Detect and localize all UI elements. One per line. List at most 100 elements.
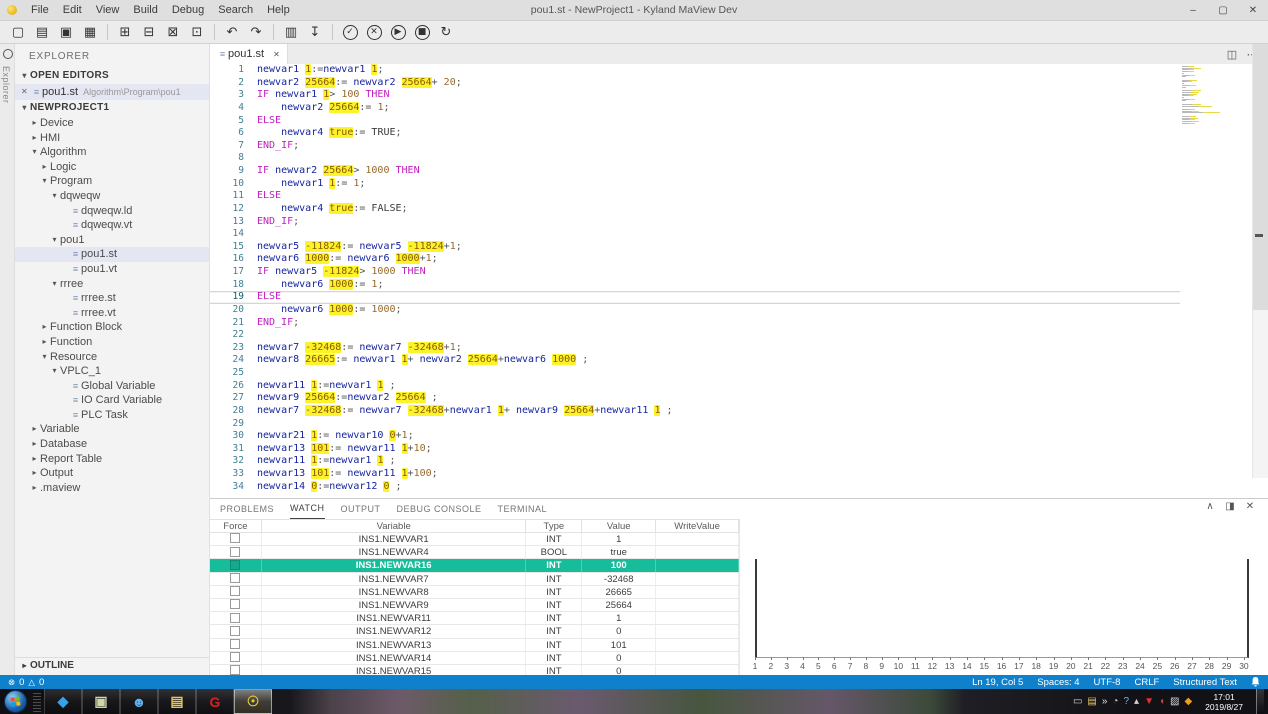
tree-item-pou1[interactable]: ▾pou1 [15,233,209,248]
force-checkbox[interactable] [230,613,240,623]
tray-help-icon[interactable]: ? [1123,697,1129,707]
status-crlf[interactable]: CRLF [1134,677,1159,688]
open-editors-section-header[interactable]: ▾OPEN EDITORS [15,68,209,84]
tray-ime-icon[interactable]: ▨ [1170,697,1179,707]
new-file-icon[interactable]: ▢ [7,23,29,42]
tree-item-resource[interactable]: ▾Resource [15,350,209,365]
code-line[interactable]: 33newvar13 101:= newvar11 1+100; [210,468,1180,481]
stop-icon[interactable]: ■ [411,23,433,42]
tree-item-device[interactable]: ▸Device [15,116,209,131]
tree-item-dqweqw-ld[interactable]: ≡dqweqw.ld [15,204,209,219]
taskbar-app-contacts-button[interactable]: ☻ [120,689,158,714]
tree-item-pou1-st[interactable]: ≡pou1.st [15,247,209,262]
tree-item-hmi[interactable]: ▸HMI [15,131,209,146]
code-line[interactable]: 2newvar2 25664:= newvar2 25664+ 20; [210,77,1180,90]
write-value-cell[interactable] [656,665,739,675]
taskbar-app-file-manager-button[interactable]: ▤ [158,689,196,714]
force-checkbox-cell[interactable] [210,639,262,651]
code-line[interactable]: 18 newvar6 1000:= 1; [210,279,1180,292]
force-checkbox-cell[interactable] [210,665,262,675]
tree-item-rrree[interactable]: ▾rrree [15,277,209,292]
write-value-cell[interactable] [656,639,739,651]
code-line[interactable]: 11ELSE [210,190,1180,203]
restart-icon[interactable]: ↻ [435,23,457,42]
code-line[interactable]: 7END_IF; [210,140,1180,153]
tree-item-database[interactable]: ▸Database [15,437,209,452]
tray-orange-icon[interactable]: ◆ [1184,697,1192,707]
editor-scrollbar[interactable] [1252,44,1268,478]
tree-item-vplc-1[interactable]: ▾VPLC_1 [15,364,209,379]
write-value-cell[interactable] [656,546,739,558]
code-line[interactable]: 29 [210,418,1180,431]
force-checkbox-cell[interactable] [210,652,262,664]
cancel-icon[interactable]: ✕ [363,23,385,42]
menu-help[interactable]: Help [260,0,297,20]
tree-item-pou1-vt[interactable]: ≡pou1.vt [15,262,209,277]
force-checkbox[interactable] [230,626,240,636]
code-line[interactable]: 15newvar5 -11824:= newvar5 -11824+1; [210,241,1180,254]
tree-item-dqweqw-vt[interactable]: ≡dqweqw.vt [15,218,209,233]
show-desktop-button[interactable] [1256,689,1264,714]
problems-status[interactable]: ⊗ 0 △ 0 [8,677,44,688]
taskbar-app-maview-button[interactable]: ☉ [234,689,272,714]
code-line[interactable]: 26newvar11 1:=newvar1 1 ; [210,380,1180,393]
minimize-button[interactable]: – [1178,0,1208,20]
rebuild-icon[interactable]: ⊠ [162,23,184,42]
menu-search[interactable]: Search [211,0,260,20]
write-value-cell[interactable] [656,612,739,624]
tree-item-function-block[interactable]: ▸Function Block [15,320,209,335]
run-icon[interactable]: ▶ [387,23,409,42]
tree-item-variable[interactable]: ▸Variable [15,422,209,437]
status-structured-text[interactable]: Structured Text [1173,677,1237,688]
taskbar-app-red-g-button[interactable]: G [196,689,234,714]
watch-row-ins1-newvar14[interactable]: INS1.NEWVAR14INT0 [210,652,740,665]
tree-item-algorithm[interactable]: ▾Algorithm [15,145,209,160]
force-checkbox[interactable] [230,665,240,675]
force-checkbox[interactable] [230,573,240,583]
close-editor-icon[interactable]: ✕ [21,84,31,100]
force-checkbox-cell[interactable] [210,599,262,611]
verify-icon[interactable]: ✓ [339,23,361,42]
code-line[interactable]: 30newvar21 1:= newvar10 0+1; [210,430,1180,443]
force-checkbox-cell[interactable] [210,533,262,545]
menu-debug[interactable]: Debug [165,0,211,20]
tree-item-plc-task[interactable]: ≡PLC Task [15,408,209,423]
project-section-header[interactable]: ▾NEWPROJECT1 [15,100,209,116]
tree-item-dqweqw[interactable]: ▾dqweqw [15,189,209,204]
device-grid-icon[interactable]: ▥ [280,23,302,42]
force-checkbox-cell[interactable] [210,546,262,558]
code-line[interactable]: 19ELSE [210,291,1180,304]
code-line[interactable]: 10 newvar1 1:= 1; [210,178,1180,191]
force-checkbox[interactable] [230,533,240,543]
tray-folder-icon[interactable]: ▤ [1087,697,1096,707]
tab-pou1st[interactable]: ≡ pou1.st ✕ [210,44,288,64]
code-line[interactable]: 4 newvar2 25664:= 1; [210,102,1180,115]
outline-section-header[interactable]: ▸OUTLINE [15,657,210,673]
code-line[interactable]: 9IF newvar2 25664> 1000 THEN [210,165,1180,178]
tree-item-rrree-vt[interactable]: ≡rrree.vt [15,306,209,321]
status-spaces-4[interactable]: Spaces: 4 [1037,677,1079,688]
taskbar-app-security-button[interactable]: ▣ [82,689,120,714]
code-line[interactable]: 32newvar11 1:=newvar1 1 ; [210,455,1180,468]
build-icon[interactable]: ⊟ [138,23,160,42]
panel-tab-terminal[interactable]: TERMINAL [498,500,548,519]
minimap[interactable] [1182,66,1250,124]
build-config-icon[interactable]: ⊡ [186,23,208,42]
panel-layout-icon[interactable]: ◨ [1220,501,1240,512]
redo-icon[interactable]: ↷ [245,23,267,42]
tree-item-maview[interactable]: ▸.maview [15,481,209,496]
code-line[interactable]: 13END_IF; [210,216,1180,229]
force-checkbox[interactable] [230,652,240,662]
status-utf-8[interactable]: UTF-8 [1094,677,1121,688]
bell-icon[interactable] [1251,677,1260,687]
code-line[interactable]: 12 newvar4 true:= FALSE; [210,203,1180,216]
download-to-device-icon[interactable]: ↧ [304,23,326,42]
restore-button[interactable]: ▢ [1208,0,1238,20]
split-editor-icon[interactable]: ◫ [1222,48,1242,61]
code-area[interactable]: 1newvar1 1:=newvar1 1;2newvar2 25664:= n… [210,64,1180,498]
force-checkbox[interactable] [230,547,240,557]
code-line[interactable]: 34newvar14 0:=newvar12 0 ; [210,481,1180,494]
force-checkbox[interactable] [230,586,240,596]
close-panel-icon[interactable]: ✕ [1240,501,1260,512]
panel-tab-debug-console[interactable]: DEBUG CONSOLE [397,500,482,519]
